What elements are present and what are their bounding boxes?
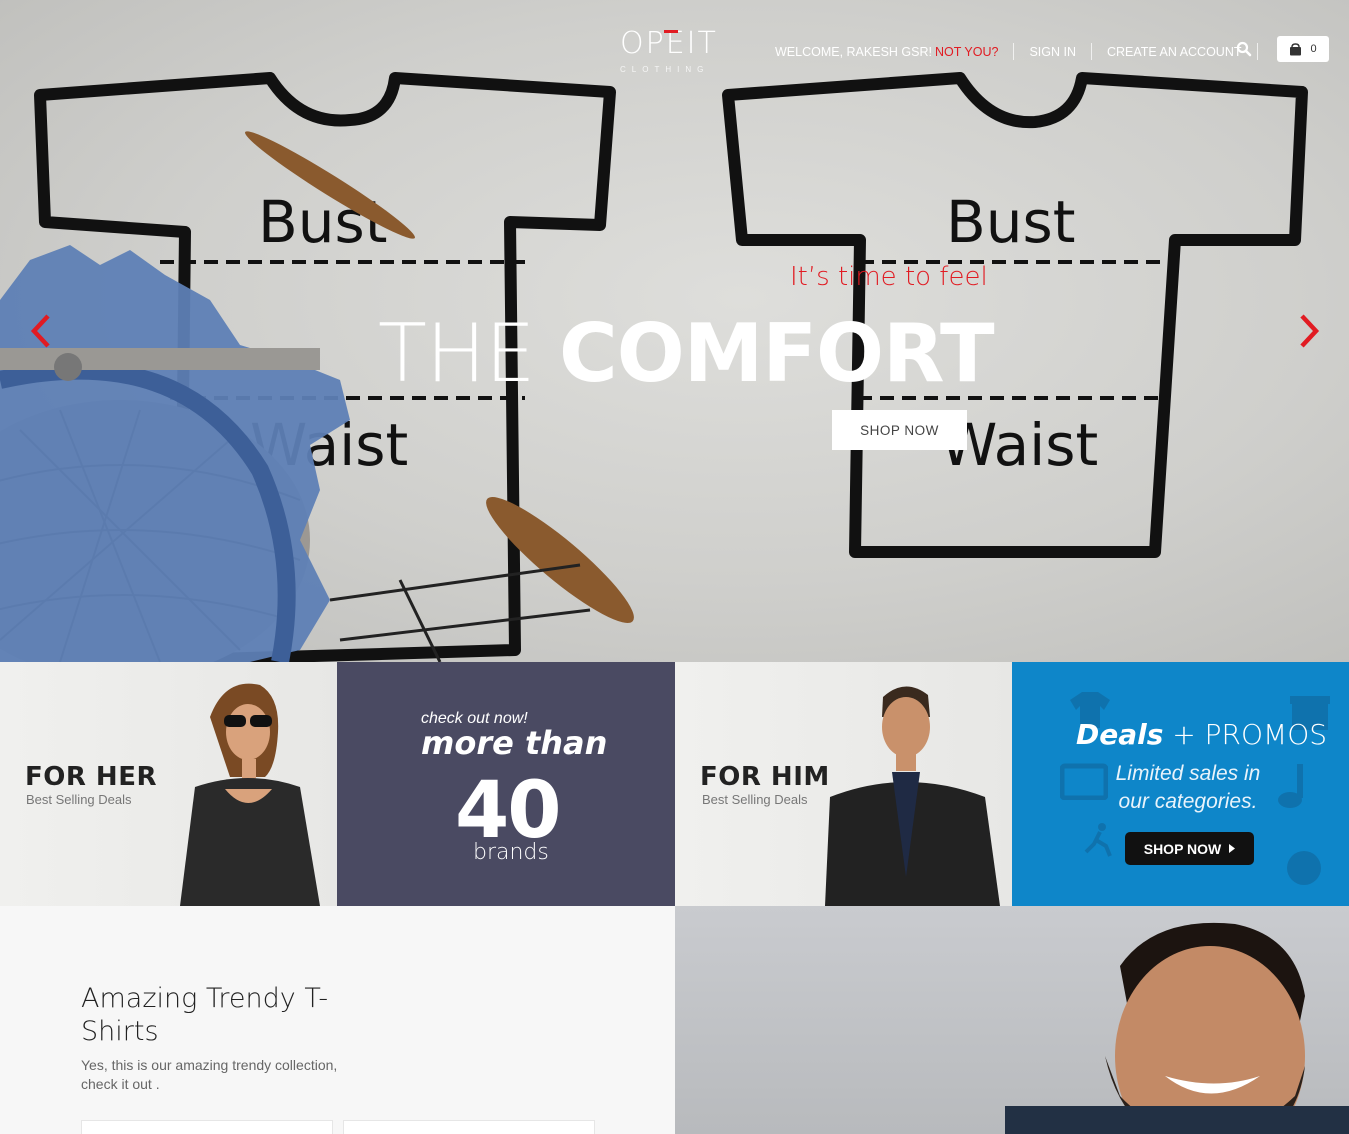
promo-deals-title: Deals + PROMOS xyxy=(1076,718,1327,751)
welcome-message: WELCOME, RAKESH GSR! xyxy=(775,44,932,59)
promo-brands[interactable]: check out now! more than 40 brands xyxy=(337,662,675,906)
product-card[interactable] xyxy=(81,1120,333,1134)
slider-next-arrow-icon[interactable] xyxy=(1296,313,1322,349)
deals-shop-now-label: SHOP NOW xyxy=(1143,840,1222,857)
promo-promos-word: + PROMOS xyxy=(1163,718,1328,751)
promo-for-her[interactable]: FOR HER Best Selling Deals xyxy=(0,662,337,906)
trendy-tshirts-section: Amazing Trendy T-Shirts Yes, this is our… xyxy=(0,906,675,1134)
promo-for-him[interactable]: FOR HIM Best Selling Deals xyxy=(675,662,1012,906)
hero-headline-bold: COMFORT xyxy=(559,307,995,400)
promo-deals-word: Deals xyxy=(1076,718,1164,751)
hero-headline: THE COMFORT xyxy=(378,306,995,402)
nav-divider xyxy=(1090,43,1092,60)
ball-icon xyxy=(1287,851,1321,885)
tv-icon xyxy=(1060,763,1108,800)
not-you-link[interactable]: NOT YOU? xyxy=(935,45,998,59)
shopping-bag-icon xyxy=(1290,42,1302,55)
hero-shop-now-button[interactable]: SHOP NOW xyxy=(832,410,967,450)
promo-brands-unit: brands xyxy=(473,840,549,865)
promo-him-title: FOR HIM xyxy=(700,762,830,792)
slider-prev-arrow-icon[interactable] xyxy=(28,313,54,349)
sign-in-link[interactable]: SIGN IN xyxy=(1029,45,1076,59)
nav-divider xyxy=(1256,43,1258,60)
section-description: Yes, this is our amazing trendy collecti… xyxy=(81,1057,338,1092)
cart-count: 0 xyxy=(1310,43,1317,55)
woman-model-image xyxy=(180,683,320,906)
top-navigation: OPEIT CLOTHING WELCOME, RAKESH GSR! NOT … xyxy=(0,0,1349,100)
sketch-label-bust-right: Bust xyxy=(946,188,1076,256)
smiling-man-illustration xyxy=(1005,922,1349,1134)
man-model-image xyxy=(825,686,1000,906)
promo-brands-more-than: more than xyxy=(421,724,608,762)
promo-deals-text: Limited sales in our categories. xyxy=(1115,762,1261,813)
hero-headline-light: THE xyxy=(378,307,559,400)
caret-right-icon xyxy=(1229,844,1236,853)
hero-tagline: It’s time to feel xyxy=(790,262,988,292)
brand-logo-subtitle: CLOTHING xyxy=(620,65,710,74)
page: Bust Bust Waist Waist OPEIT CLOTHING WEL… xyxy=(0,0,1349,1134)
section-title: Amazing Trendy T-Shirts xyxy=(81,983,329,1047)
product-card[interactable] xyxy=(343,1120,595,1134)
promo-him-subtitle: Best Selling Deals xyxy=(702,792,808,807)
music-note-icon xyxy=(1278,764,1303,808)
account-nav: WELCOME, RAKESH GSR! NOT YOU? SIGN IN CR… xyxy=(775,43,1273,60)
runner-icon xyxy=(1084,823,1112,857)
smiling-man-image xyxy=(675,906,1349,1134)
logo-accent-mark xyxy=(664,30,678,33)
cart-button[interactable]: 0 xyxy=(1277,36,1329,62)
deals-shop-now-button[interactable]: SHOP NOW xyxy=(1125,832,1254,865)
nav-divider xyxy=(1013,43,1015,60)
promo-deals[interactable]: Deals + PROMOS Limited sales in our cate… xyxy=(1012,662,1349,906)
create-account-link[interactable]: CREATE AN ACCOUNT xyxy=(1107,45,1242,59)
hero-slider: Bust Bust Waist Waist OPEIT CLOTHING WEL… xyxy=(0,0,1349,662)
promo-her-title: FOR HER xyxy=(25,762,157,792)
promo-her-subtitle: Best Selling Deals xyxy=(26,792,132,807)
search-icon[interactable] xyxy=(1236,41,1252,57)
